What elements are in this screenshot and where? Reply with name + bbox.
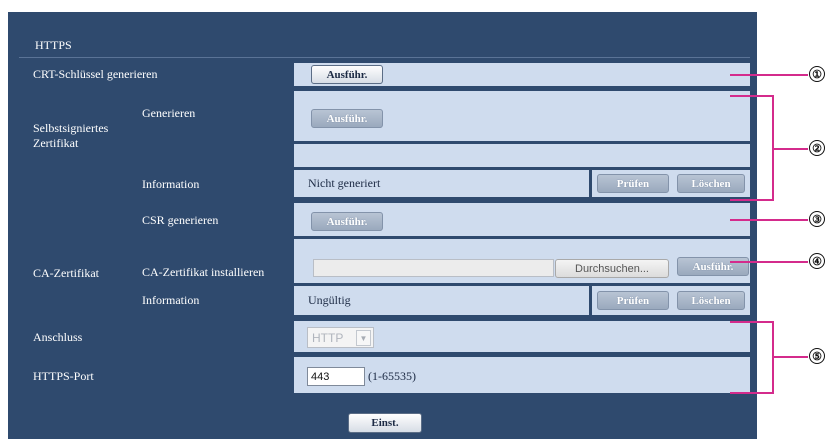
callout-marker-2: ②: [809, 140, 825, 156]
ca-group-cell: CA-Zertifikat: [19, 203, 122, 315]
self-signed-info-label-cell: Information: [125, 144, 291, 197]
generate-label: Generieren: [142, 106, 196, 120]
csr-label: CSR generieren: [142, 213, 219, 227]
self-signed-label-line2: Zertifikat: [33, 136, 79, 150]
port-type-label: Anschluss: [33, 330, 83, 344]
browse-button[interactable]: Durchsuchen...: [555, 259, 669, 278]
callout-line-2c: [772, 148, 808, 150]
ca-check-button[interactable]: Prüfen: [597, 291, 669, 310]
ca-install-label: CA-Zertifikat installieren: [142, 265, 265, 279]
callout-line-5a: [730, 321, 774, 323]
ca-file-path-input[interactable]: [313, 259, 554, 277]
ca-info-value-cell: Ungültig: [294, 286, 589, 315]
self-signed-label-line1: Selbstsigniertes: [33, 121, 109, 135]
ca-install-label-cell: CA-Zertifikat installieren: [125, 239, 291, 283]
section-header: HTTPS: [19, 33, 750, 58]
port-type-select[interactable]: HTTP ▼: [307, 327, 374, 348]
https-port-label: HTTPS-Port: [33, 369, 94, 383]
generate-info-gap-cell: [294, 144, 750, 167]
ca-info-label-cell: Information: [125, 286, 291, 315]
section-title: HTTPS: [35, 38, 72, 52]
callout-line-2a: [730, 95, 774, 97]
callout-line-1: [730, 74, 808, 76]
self-signed-group-cell: Selbstsigniertes Zertifikat: [19, 91, 122, 197]
ca-delete-button[interactable]: Löschen: [677, 291, 745, 310]
crt-label-cell: CRT-Schlüssel generieren: [19, 63, 291, 86]
callout-line-3: [730, 219, 808, 221]
csr-generate-button[interactable]: Ausführ.: [311, 212, 383, 231]
port-type-selected: HTTP: [312, 330, 344, 345]
callout-marker-1: ①: [809, 66, 825, 82]
chevron-down-icon[interactable]: ▼: [356, 330, 371, 346]
generate-label-cell: Generieren: [125, 91, 291, 141]
self-signed-check-button[interactable]: Prüfen: [597, 174, 669, 193]
callout-line-4: [730, 261, 808, 263]
callout-line-2b: [730, 199, 774, 201]
set-button[interactable]: Einst.: [348, 413, 422, 433]
port-type-label-cell: Anschluss: [19, 321, 291, 352]
callout-line-5c: [772, 356, 808, 358]
self-signed-delete-button[interactable]: Löschen: [677, 174, 745, 193]
self-signed-info-value-cell: Nicht generiert: [294, 170, 589, 197]
self-signed-info-label: Information: [142, 177, 200, 191]
callout-marker-5: ⑤: [809, 348, 825, 364]
ca-install-execute-button[interactable]: Ausführ.: [677, 257, 749, 276]
csr-label-cell: CSR generieren: [125, 203, 291, 236]
https-port-range: (1-65535): [368, 369, 416, 383]
ca-info-value: Ungültig: [308, 293, 351, 307]
ca-group-label: CA-Zertifikat: [33, 266, 99, 280]
ca-info-label: Information: [142, 293, 200, 307]
self-signed-info-value: Nicht generiert: [308, 176, 381, 190]
crt-label: CRT-Schlüssel generieren: [33, 67, 158, 81]
crt-execute-button[interactable]: Ausführ.: [311, 65, 383, 84]
callout-line-5b: [730, 392, 774, 394]
https-port-input[interactable]: 443: [307, 367, 365, 386]
callout-marker-3: ③: [809, 211, 825, 227]
self-signed-generate-button[interactable]: Ausführ.: [311, 109, 383, 128]
https-port-label-cell: HTTPS-Port: [19, 357, 291, 393]
callout-marker-4: ④: [809, 253, 825, 269]
